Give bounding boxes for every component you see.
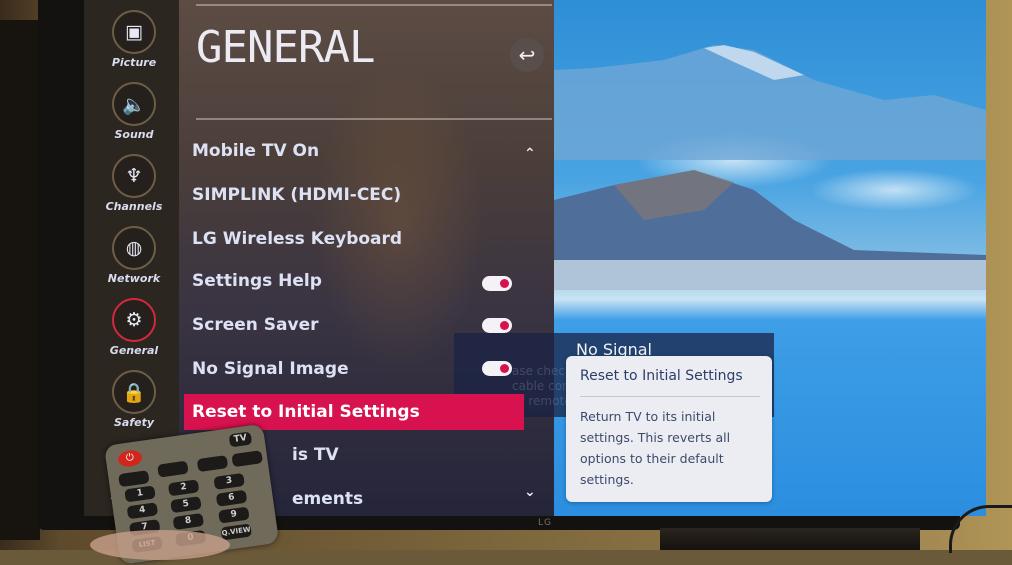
- toggle-knob: [500, 279, 509, 288]
- power-icon: ⏻: [116, 448, 143, 469]
- remote-key: 8: [172, 512, 205, 531]
- scroll-down-icon[interactable]: ⌄: [524, 484, 536, 500]
- menu-item-no-signal-image[interactable]: No Signal Image: [192, 354, 522, 384]
- picture-icon: ▣: [112, 10, 156, 54]
- gear-icon: ⚙: [112, 298, 156, 342]
- toggle-knob: [500, 321, 509, 330]
- toggle-knob: [500, 364, 509, 373]
- sound-icon: 🔈: [112, 82, 156, 126]
- room-shadow: [0, 20, 40, 540]
- mountain-image: [554, 45, 986, 160]
- tooltip-divider: [580, 396, 760, 397]
- remote-key: [118, 470, 150, 488]
- sidebar-item-label: Sound: [114, 128, 154, 141]
- hand: [90, 530, 230, 560]
- sidebar-item-picture[interactable]: ▣ Picture: [84, 10, 184, 69]
- sidebar-item-label: General: [109, 344, 159, 357]
- sidebar-item-network[interactable]: ◍ Network: [84, 226, 184, 285]
- remote-key: Q.VIEW: [220, 523, 253, 541]
- menu-item-mobile-tv-on[interactable]: Mobile TV On: [192, 136, 522, 166]
- sidebar-item-label: Picture: [111, 56, 157, 69]
- hill-image: [554, 170, 986, 290]
- remote-key: TV: [228, 431, 253, 448]
- divider: [196, 4, 552, 6]
- back-button[interactable]: ↩: [510, 38, 544, 72]
- menu-item-simplink[interactable]: SIMPLINK (HDMI-CEC): [192, 180, 522, 210]
- remote-key: [231, 450, 263, 468]
- remote-key: 4: [126, 502, 159, 520]
- remote-key: 6: [215, 489, 248, 507]
- remote-key: 3: [213, 472, 245, 490]
- sidebar-item-label: Network: [107, 272, 161, 285]
- menu-item-lg-wireless-keyboard[interactable]: LG Wireless Keyboard: [192, 224, 522, 254]
- remote-key: 1: [124, 485, 156, 503]
- sidebar-item-safety[interactable]: 🔒 Safety: [84, 370, 184, 429]
- help-tooltip: Reset to Initial Settings Return TV to i…: [566, 356, 772, 502]
- remote-key: [196, 455, 229, 473]
- tooltip-title: Reset to Initial Settings: [580, 368, 743, 384]
- tv-brand-logo: LG: [538, 518, 552, 528]
- remote-key: 9: [218, 506, 250, 524]
- network-icon: ◍: [112, 226, 156, 270]
- sidebar-item-sound[interactable]: 🔈 Sound: [84, 82, 184, 141]
- sidebar-item-channels[interactable]: ♆ Channels: [84, 154, 184, 213]
- settings-help-toggle[interactable]: [482, 276, 512, 291]
- remote-key: [157, 460, 189, 478]
- screen-saver-toggle[interactable]: [482, 318, 512, 333]
- menu-item-reset-to-initial-settings[interactable]: Reset to Initial Settings: [184, 394, 524, 430]
- menu-item-settings-help[interactable]: Settings Help: [192, 266, 522, 296]
- sidebar-item-label: Safety: [113, 416, 155, 429]
- no-signal-image-toggle[interactable]: [482, 361, 512, 376]
- scroll-up-icon[interactable]: ⌃: [524, 146, 536, 162]
- page-title: GENERAL: [196, 22, 375, 73]
- channels-icon: ♆: [112, 154, 156, 198]
- sidebar-item-general[interactable]: ⚙ General: [84, 298, 184, 357]
- tv-stand: [660, 528, 920, 550]
- back-icon: ↩: [518, 43, 536, 67]
- sidebar-item-label: Channels: [105, 200, 163, 213]
- remote-key: 2: [167, 479, 200, 497]
- tooltip-body: Return TV to its initial settings. This …: [580, 409, 731, 487]
- remote-key: 5: [170, 496, 202, 514]
- lock-icon: 🔒: [112, 370, 156, 414]
- divider: [196, 118, 552, 120]
